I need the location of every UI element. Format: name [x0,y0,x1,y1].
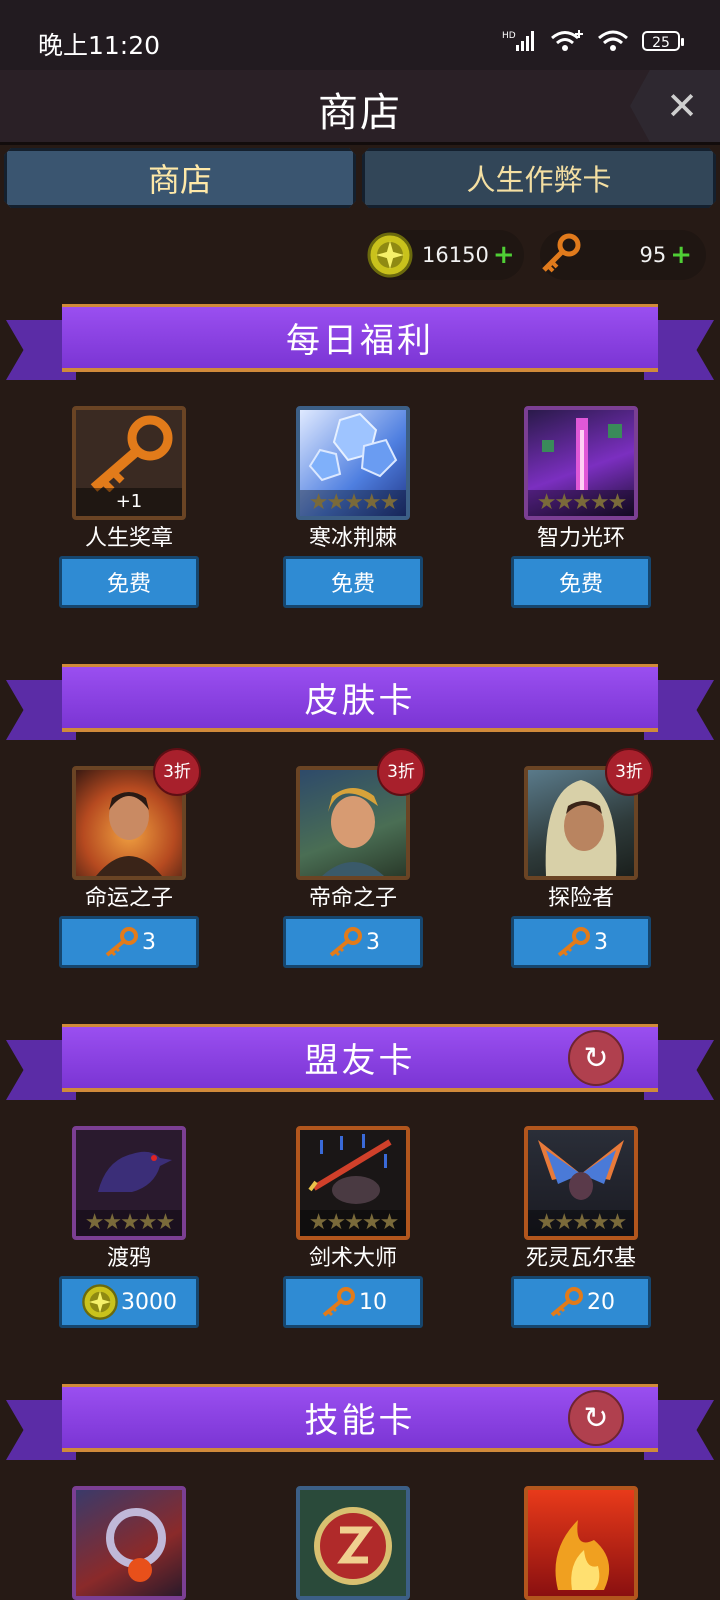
shop-page: 晚上11:20 HD 25 商店 ✕ 商店 人生作弊卡 16150 + 95 +… [0,0,720,1600]
add-gold-button[interactable]: + [493,240,515,270]
signal-icon: HD [502,31,534,51]
item-thumbnail: +1 [72,406,186,520]
status-icons: HD 25 [502,28,684,54]
section-title: 技能卡 [304,1401,416,1441]
section-skins-header: 皮肤卡 [0,664,720,744]
key-icon [105,927,138,957]
price-label: 免费 [330,572,375,597]
star-rating: ★★★★★ [300,490,406,516]
star-rating: ★★★★★ [300,1210,406,1236]
close-icon: ✕ [666,84,698,128]
refresh-allies-button[interactable]: ↻ [568,1030,624,1086]
refresh-icon: ↻ [583,1040,609,1076]
refresh-icon: ↻ [583,1400,609,1436]
wifi-icon [598,30,628,51]
page-title: 商店 [318,90,402,136]
claim-free-button[interactable]: 免费 [283,556,423,608]
item-name: 命运之子 [84,886,173,911]
price-label: 3 [366,929,380,955]
section-title: 每日福利 [286,321,434,361]
star-rating: ★★★★★ [528,1210,634,1236]
battery-icon: 25 [642,31,684,51]
key-amount: 95 [639,243,667,267]
star-rating: ★★★★★ [528,490,634,516]
item-thumbnail [72,1486,186,1600]
raven-icon [98,1151,172,1192]
ice-crystal-icon [308,412,398,482]
quantity-label: +1 [76,488,182,516]
price-label: 免费 [558,572,603,597]
swordsman-icon [308,1134,392,1204]
ribbon-band: 每日福利 [62,304,658,372]
item-name: 人生奖章 [84,526,173,551]
add-key-button[interactable]: + [670,240,692,270]
buy-button[interactable]: 20 [511,1276,651,1328]
skill-fire-icon [555,1520,610,1590]
section-daily-header: 每日福利 [0,304,720,384]
item-thumbnail: ★★★★★ [72,1126,186,1240]
claim-free-button[interactable]: 免费 [59,556,199,608]
status-bar: 晚上11:20 HD 25 [0,0,720,70]
tab-bar: 商店 人生作弊卡 [0,148,720,210]
tab-shop[interactable]: 商店 [4,148,356,208]
section-allies-header: 盟友卡 ↻ [0,1024,720,1104]
discount-badge: 3折 [153,748,201,796]
item-name: 剑术大师 [308,1246,397,1271]
gold-coin-icon [82,1284,118,1320]
ribbon-band: 皮肤卡 [62,664,658,732]
price-label: 3 [594,929,608,955]
key-icon [329,927,362,957]
price-label: 3 [142,929,156,955]
key-icon [90,415,173,493]
star-rating: ★★★★★ [76,1210,182,1236]
buy-button[interactable]: 3000 [59,1276,199,1328]
buy-button[interactable]: 3 [283,916,423,968]
item-thumbnail [296,1486,410,1600]
buy-button[interactable]: 10 [283,1276,423,1328]
key-balance: 95 + [540,230,706,280]
item-thumbnail: ★★★★★ [296,406,410,520]
item-thumbnail: ★★★★★ [524,1126,638,1240]
item-thumbnail [524,1486,638,1600]
valkyrie-icon [538,1140,624,1200]
item-thumbnail: ★★★★★ [524,406,638,520]
price-label: 10 [359,1289,387,1315]
gold-balance: 16150 + [367,230,524,280]
wifi-plus-icon [551,30,583,51]
skill-dark-icon [106,1508,166,1582]
tab-cheat-cards[interactable]: 人生作弊卡 [362,148,716,208]
item-name: 探险者 [547,886,614,911]
claim-free-button[interactable]: 免费 [511,556,651,608]
title-bar: 商店 ✕ [0,70,720,145]
price-label: 3000 [121,1289,177,1315]
item-name: 寒冰荆棘 [308,526,397,551]
key-icon [550,1287,583,1317]
item-name: 渡鸦 [106,1246,151,1271]
item-thumbnail: ★★★★★ [296,1126,410,1240]
key-icon [542,233,581,273]
purple-aura-icon [542,418,622,490]
status-time: 晚上11:20 [38,31,161,60]
item-name: 帝命之子 [308,886,397,911]
key-icon [322,1287,355,1317]
discount-badge: 3折 [377,748,425,796]
discount-badge: 3折 [605,748,653,796]
section-title: 盟友卡 [304,1041,416,1081]
price-label: 20 [587,1289,615,1315]
buy-button[interactable]: 3 [59,916,199,968]
buy-button[interactable]: 3 [511,916,651,968]
section-skills-header: 技能卡 ↻ [0,1384,720,1464]
svg-text:HD: HD [502,31,516,41]
item-name: 死灵瓦尔基 [525,1246,636,1271]
gold-coin-icon [367,232,413,278]
item-name: 智力光环 [536,526,625,551]
section-title: 皮肤卡 [304,681,416,721]
refresh-skills-button[interactable]: ↻ [568,1390,624,1446]
price-label: 免费 [106,572,151,597]
gold-amount: 16150 [422,243,489,267]
key-icon [557,927,590,957]
skill-lightning-icon [314,1507,392,1585]
